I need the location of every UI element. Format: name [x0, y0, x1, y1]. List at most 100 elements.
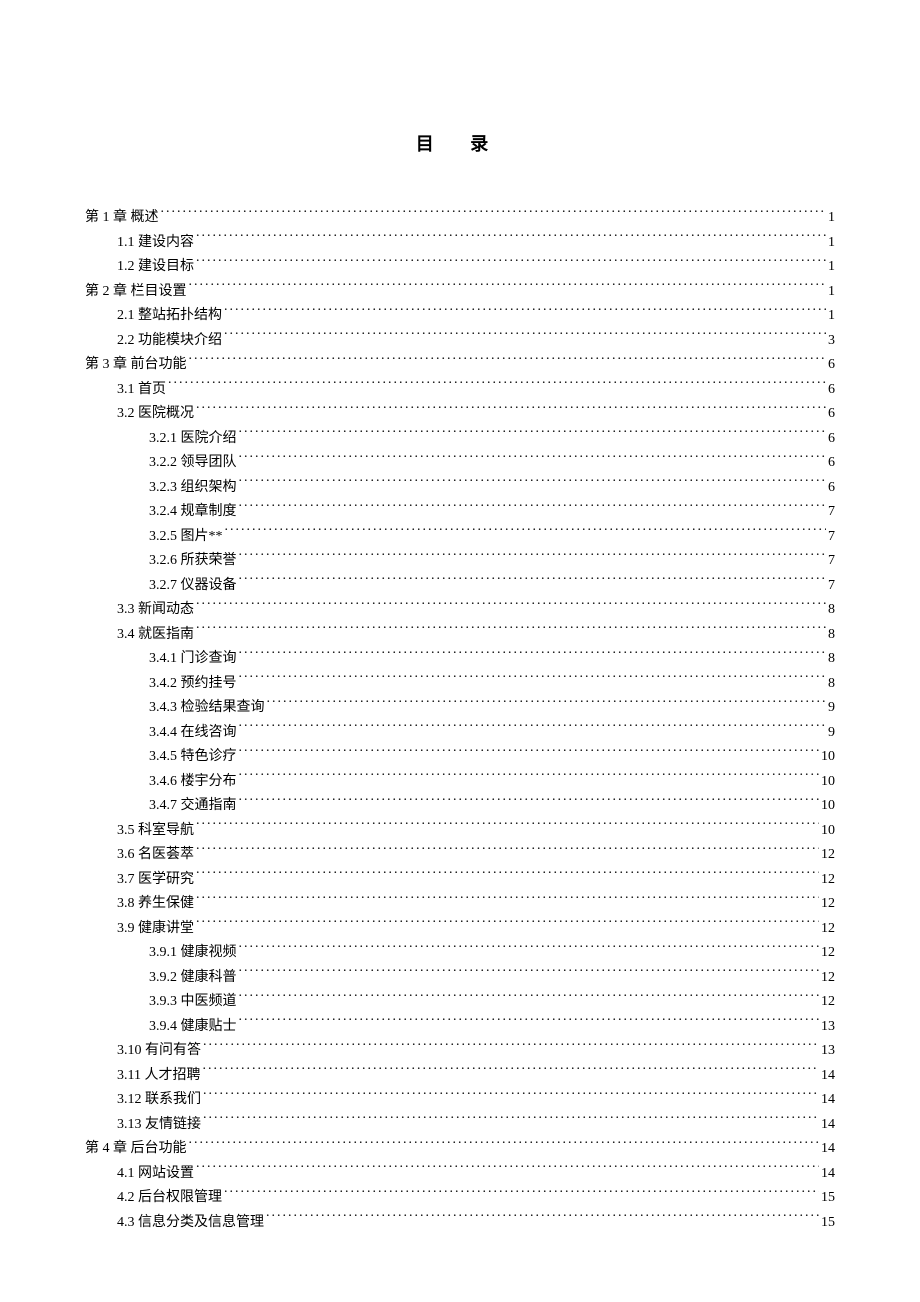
toc-entry[interactable]: 第 3 章 前台功能6 — [85, 353, 835, 378]
toc-entry[interactable]: 3.2.4 规章制度7 — [85, 500, 835, 525]
toc-entry-label: 3.10 有问有答 — [117, 1039, 201, 1064]
toc-entry[interactable]: 3.1 首页6 — [85, 378, 835, 403]
toc-entry[interactable]: 3.9.4 健康贴士13 — [85, 1015, 835, 1040]
toc-entry[interactable]: 3.4.1 门诊查询 8 — [85, 647, 835, 672]
toc-entry-page: 10 — [821, 819, 835, 844]
toc-entry-page: 1 — [828, 304, 835, 329]
toc-entry[interactable]: 3.4.2 预约挂号8 — [85, 672, 835, 697]
toc-entry[interactable]: 3.9.2 健康科普 12 — [85, 966, 835, 991]
toc-entry-page: 6 — [828, 378, 835, 403]
toc-leader-dots — [239, 550, 827, 564]
toc-leader-dots — [224, 1187, 819, 1201]
toc-entry[interactable]: 3.3 新闻动态8 — [85, 598, 835, 623]
toc-entry[interactable]: 第 2 章 栏目设置 1 — [85, 280, 835, 305]
toc-entry[interactable]: 3.2 医院概况6 — [85, 402, 835, 427]
toc-leader-dots — [239, 991, 820, 1005]
toc-entry[interactable]: 3.4.5 特色诊疗10 — [85, 745, 835, 770]
toc-entry-label: 3.9.1 健康视频 — [149, 941, 237, 966]
toc-leader-dots — [267, 697, 827, 711]
toc-entry-page: 6 — [828, 427, 835, 452]
toc-entry-label: 3.3 新闻动态 — [117, 598, 194, 623]
toc-entry-label: 3.11 人才招聘 — [117, 1064, 200, 1089]
toc-entry-label: 3.2 医院概况 — [117, 402, 194, 427]
toc-leader-dots — [189, 281, 827, 295]
toc-entry[interactable]: 3.4 就医指南 8 — [85, 623, 835, 648]
toc-entry[interactable]: 3.2.1 医院介绍 6 — [85, 427, 835, 452]
toc-entry[interactable]: 4.3 信息分类及信息管理15 — [85, 1211, 835, 1236]
toc-entry-page: 12 — [821, 966, 835, 991]
toc-entry-label: 3.9.2 健康科普 — [149, 966, 237, 991]
toc-entry-label: 3.2.1 医院介绍 — [149, 427, 237, 452]
toc-leader-dots — [239, 575, 827, 589]
toc-leader-dots — [196, 599, 826, 613]
toc-leader-dots — [239, 501, 827, 515]
toc-entry[interactable]: 2.1 整站拓扑结构1 — [85, 304, 835, 329]
toc-entry[interactable]: 3.4.3 检验结果查询9 — [85, 696, 835, 721]
toc-entry[interactable]: 3.4.6 楼宇分布10 — [85, 770, 835, 795]
toc-entry-label: 3.9.4 健康贴士 — [149, 1015, 237, 1040]
toc-entry-page: 12 — [821, 917, 835, 942]
toc-leader-dots — [203, 1089, 819, 1103]
toc-entry-label: 3.4.1 门诊查询 — [149, 647, 237, 672]
toc-entry-label: 3.2.6 所获荣誉 — [149, 549, 237, 574]
toc-leader-dots — [189, 1138, 820, 1152]
toc-entry[interactable]: 3.7 医学研究12 — [85, 868, 835, 893]
toc-entry-label: 3.4.3 检验结果查询 — [149, 696, 265, 721]
toc-entry[interactable]: 1.1 建设内容1 — [85, 231, 835, 256]
toc-entry[interactable]: 3.12 联系我们14 — [85, 1088, 835, 1113]
toc-entry[interactable]: 第 4 章 后台功能14 — [85, 1137, 835, 1162]
toc-entry[interactable]: 3.2.5 图片**7 — [85, 525, 835, 550]
toc-entry[interactable]: 3.8 养生保健12 — [85, 892, 835, 917]
toc-entry-page: 14 — [821, 1064, 835, 1089]
toc-entry[interactable]: 第 1 章 概述1 — [85, 206, 835, 231]
toc-entry[interactable]: 1.2 建设目标1 — [85, 255, 835, 280]
toc-entry-page: 7 — [828, 549, 835, 574]
toc-entry-page: 8 — [828, 647, 835, 672]
toc-entry[interactable]: 3.9.3 中医频道12 — [85, 990, 835, 1015]
toc-entry-label: 3.4.2 预约挂号 — [149, 672, 237, 697]
toc-leader-dots — [239, 746, 820, 760]
toc-entry[interactable]: 3.13 友情链接14 — [85, 1113, 835, 1138]
toc-leader-dots — [203, 1114, 819, 1128]
toc-title: 目 录 — [85, 130, 835, 156]
toc-entry-label: 3.7 医学研究 — [117, 868, 194, 893]
toc-entry[interactable]: 3.2.6 所获荣誉 7 — [85, 549, 835, 574]
toc-leader-dots — [224, 330, 826, 344]
toc-entry-page: 6 — [828, 476, 835, 501]
toc-entry-label: 2.2 功能模块介绍 — [117, 329, 222, 354]
toc-entry-label: 3.4.7 交通指南 — [149, 794, 237, 819]
toc-entry[interactable]: 4.2 后台权限管理15 — [85, 1186, 835, 1211]
toc-leader-dots — [239, 1016, 820, 1030]
toc-entry[interactable]: 3.4.7 交通指南10 — [85, 794, 835, 819]
toc-entry-label: 3.13 友情链接 — [117, 1113, 201, 1138]
toc-leader-dots — [239, 648, 827, 662]
toc-leader-dots — [196, 820, 819, 834]
toc-entry[interactable]: 2.2 功能模块介绍 3 — [85, 329, 835, 354]
toc-entry-label: 4.3 信息分类及信息管理 — [117, 1211, 264, 1236]
toc-entry-label: 3.9.3 中医频道 — [149, 990, 237, 1015]
toc-entry-page: 3 — [828, 329, 835, 354]
toc-entry[interactable]: 4.1 网站设置14 — [85, 1162, 835, 1187]
toc-entry[interactable]: 3.5 科室导航 10 — [85, 819, 835, 844]
toc-entry[interactable]: 3.2.2 领导团队6 — [85, 451, 835, 476]
toc-entry-page: 1 — [828, 280, 835, 305]
toc-entry-page: 12 — [821, 843, 835, 868]
toc-entry-page: 8 — [828, 623, 835, 648]
toc-entry[interactable]: 3.4.4 在线咨询9 — [85, 721, 835, 746]
toc-entry[interactable]: 3.11 人才招聘 14 — [85, 1064, 835, 1089]
toc-entry-label: 3.5 科室导航 — [117, 819, 194, 844]
toc-entry-label: 1.1 建设内容 — [117, 231, 194, 256]
toc-leader-dots — [224, 305, 826, 319]
toc-entry[interactable]: 3.10 有问有答13 — [85, 1039, 835, 1064]
toc-entry-label: 3.4 就医指南 — [117, 623, 194, 648]
toc-entry[interactable]: 3.9.1 健康视频12 — [85, 941, 835, 966]
toc-entry[interactable]: 3.9 健康讲堂12 — [85, 917, 835, 942]
toc-entry-page: 14 — [821, 1162, 835, 1187]
toc-entry-page: 9 — [828, 721, 835, 746]
toc-leader-dots — [189, 354, 827, 368]
toc-entry[interactable]: 3.2.3 组织架构6 — [85, 476, 835, 501]
toc-entry[interactable]: 3.2.7 仪器设备7 — [85, 574, 835, 599]
toc-entry-label: 第 2 章 栏目设置 — [85, 280, 187, 305]
toc-leader-dots — [196, 844, 819, 858]
toc-entry[interactable]: 3.6 名医荟萃12 — [85, 843, 835, 868]
